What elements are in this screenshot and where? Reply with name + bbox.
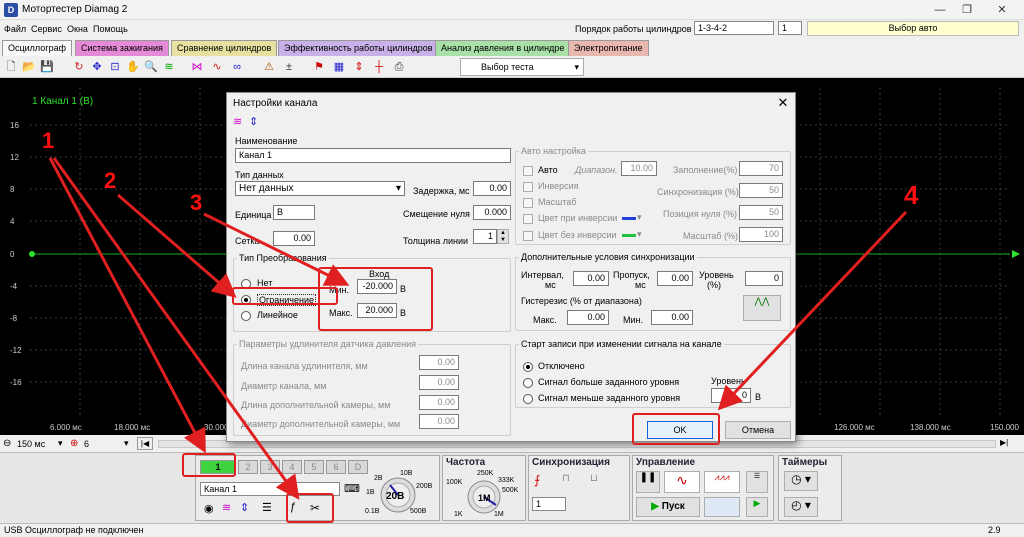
annotation-arrows [48,157,908,500]
annotation-number: 4 [904,180,919,210]
annotation-number: 3 [190,190,203,215]
annotation-number: 2 [104,168,117,193]
annotation-number: 1 [42,128,55,153]
